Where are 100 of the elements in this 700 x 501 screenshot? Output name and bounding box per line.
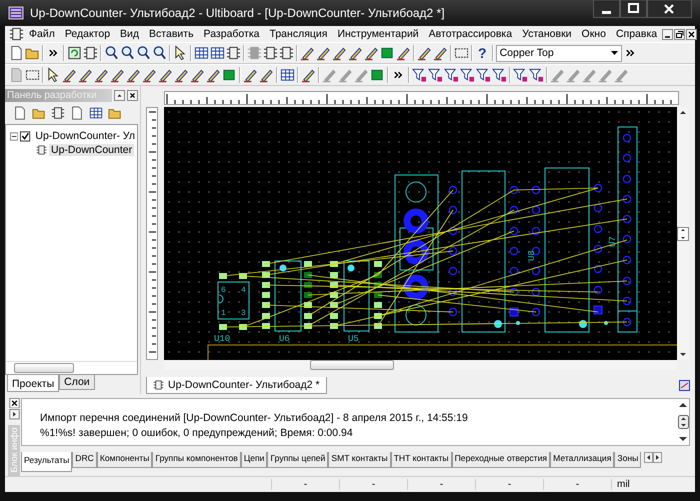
chip-icon[interactable] [279,45,294,61]
funnel-icon[interactable] [412,67,427,83]
pencil-icon[interactable] [142,67,157,83]
menu-item[interactable]: Редактор [60,28,116,40]
pencil-icon[interactable] [62,67,77,83]
menu-item[interactable]: Автотрассировка [424,28,518,40]
square-icon[interactable] [380,45,395,61]
pencil-icon[interactable] [94,67,109,83]
minimize-button[interactable] [662,28,674,40]
document-icon[interactable] [70,105,84,121]
grid-icon[interactable] [194,45,209,61]
maximize-button[interactable] [620,0,647,18]
horizontal-scrollbar[interactable] [164,360,677,370]
pencil-icon[interactable] [126,67,141,83]
panel-tab[interactable]: Проекты [7,375,60,392]
magnifier-icon[interactable] [120,45,135,61]
checkbox[interactable] [20,130,32,142]
funnel-icon[interactable] [476,67,491,83]
pencil-icon[interactable] [206,67,221,83]
menu-item[interactable]: Трансляция [264,28,332,40]
vertical-scrollbar[interactable] [677,107,689,360]
tab-scroll-left-icon[interactable] [644,452,654,463]
help-button[interactable]: ? [475,45,490,61]
output-tab[interactable]: DRC [72,452,97,468]
funnel-icon[interactable] [529,67,544,83]
menu-item[interactable]: Вид [115,28,144,40]
scroll-thumb-icon[interactable] [677,226,689,240]
pencil-icon[interactable] [110,67,125,83]
pencil-icon[interactable] [190,67,205,83]
expand-button[interactable] [8,409,20,420]
pencil-icon[interactable] [433,45,448,61]
layers-icon[interactable] [679,380,690,390]
chip-icon[interactable] [263,45,278,61]
grid-icon[interactable] [89,105,103,121]
expander-icon[interactable] [10,132,18,140]
chip-icon[interactable] [83,45,98,61]
tree-item[interactable]: Up-DownCounter [49,144,134,156]
refresh-icon[interactable] [67,45,82,61]
close-button[interactable] [686,28,698,40]
output-tab[interactable]: Цепи [240,452,268,468]
menu-item[interactable]: Справка [610,28,662,40]
pencil-icon[interactable] [348,45,363,61]
pencil-icon[interactable] [364,45,379,61]
chip-icon[interactable] [9,26,24,42]
magnifier-icon[interactable] [136,45,151,61]
funnel-icon[interactable] [444,67,459,83]
output-tab[interactable]: Зоны [614,452,642,468]
pencil-icon[interactable] [158,67,173,83]
document-tab[interactable]: Up-DownCounter- Ультибоад2 * [146,376,327,394]
output-tab[interactable]: Компоненты [96,452,152,468]
pencil-icon[interactable] [174,67,189,83]
output-tab[interactable]: Группы цепей [267,452,328,468]
close-button[interactable] [647,0,692,18]
grid-icon[interactable] [280,67,295,83]
chip-icon[interactable] [51,105,65,121]
pencil-icon[interactable] [396,45,411,61]
document-icon[interactable] [13,105,27,121]
menu-item[interactable]: Окно [576,28,611,40]
pin-button[interactable] [114,90,125,101]
minimize-button[interactable] [593,0,620,18]
output-tab[interactable]: Группы компонентов [152,452,241,468]
output-tab[interactable]: Результаты [21,452,72,472]
output-tab[interactable]: Металлизация [550,452,614,468]
scroll-down-icon[interactable] [679,437,687,442]
funnel-icon[interactable] [513,67,528,83]
restore-button[interactable] [674,28,686,40]
funnel-icon[interactable] [460,67,475,83]
funnel-icon[interactable] [428,67,443,83]
pencil-icon[interactable] [332,45,347,61]
scroll-up-icon[interactable] [679,402,687,407]
chip-icon[interactable] [226,45,241,61]
menu-item[interactable]: Инструментарий [332,28,424,40]
tab-scroll-right-icon[interactable] [653,452,662,463]
close-button[interactable] [127,90,138,101]
panel-tab[interactable]: Слои [59,375,95,390]
pencil-icon[interactable] [300,45,315,61]
document-icon[interactable] [9,45,24,61]
pencil-icon[interactable] [78,67,93,83]
magnifier-icon[interactable] [152,45,167,61]
square-icon[interactable] [222,67,237,83]
output-tab[interactable]: THT контакты [390,452,452,468]
menu-item[interactable]: Вставить [144,28,199,40]
magnifier-icon[interactable] [104,45,119,61]
close-button[interactable] [8,398,20,408]
pcb-canvas[interactable]: U10 U6 U5 U8 U7 6 4 1 3 [164,107,677,360]
horizontal-scrollbar[interactable] [6,361,137,374]
menu-item[interactable]: Файл [24,28,60,40]
funnel-icon[interactable] [492,67,507,83]
tree-item[interactable]: Up-DownCounter- Ул [33,130,137,142]
pencil-icon[interactable] [301,67,316,83]
pencil-icon[interactable] [243,67,258,83]
pointer-icon[interactable] [173,45,188,61]
pencil-icon[interactable] [259,67,274,83]
output-tab[interactable]: Переходные отверстия [452,452,550,468]
square-icon[interactable] [370,67,385,83]
pencil-icon[interactable] [316,45,331,61]
output-tab[interactable]: SMT контакты [328,452,391,468]
menu-item[interactable]: Установки [517,28,577,40]
grid-icon[interactable] [210,45,225,61]
layer-dropdown[interactable]: Copper Top [496,44,622,62]
